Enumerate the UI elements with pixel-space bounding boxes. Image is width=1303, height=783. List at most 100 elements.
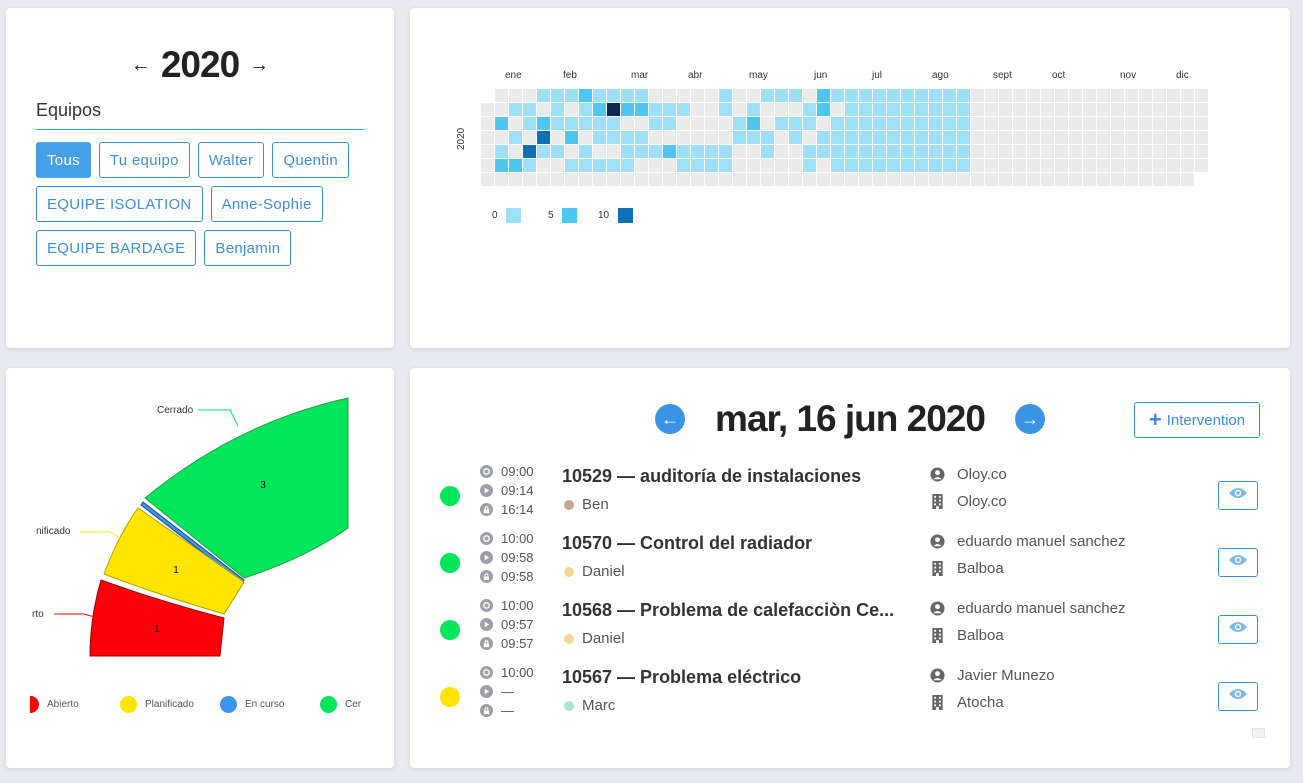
heatmap-day-cell[interactable] — [1055, 89, 1068, 102]
add-intervention-button[interactable]: + Intervention — [1134, 402, 1260, 438]
heatmap-day-cell[interactable] — [789, 89, 802, 102]
heatmap-day-cell[interactable] — [845, 89, 858, 102]
heatmap-day-cell[interactable] — [831, 89, 844, 102]
heatmap-day-cell[interactable] — [957, 159, 970, 172]
heatmap-day-cell[interactable] — [1195, 89, 1208, 102]
heatmap-day-cell[interactable] — [901, 145, 914, 158]
heatmap-day-cell[interactable] — [593, 159, 606, 172]
heatmap-day-cell[interactable] — [565, 159, 578, 172]
heatmap-day-cell[interactable] — [789, 173, 802, 186]
heatmap-day-cell[interactable] — [1195, 131, 1208, 144]
heatmap-day-cell[interactable] — [677, 145, 690, 158]
heatmap-day-cell[interactable] — [1041, 89, 1054, 102]
heatmap-day-cell[interactable] — [1181, 173, 1194, 186]
heatmap-day-cell[interactable] — [775, 173, 788, 186]
heatmap-day-cell[interactable] — [551, 145, 564, 158]
heatmap-day-cell[interactable] — [901, 117, 914, 130]
heatmap-day-cell[interactable] — [635, 145, 648, 158]
heatmap-day-cell[interactable] — [649, 173, 662, 186]
heatmap-day-cell[interactable] — [523, 89, 536, 102]
view-intervention-button[interactable] — [1218, 615, 1258, 644]
heatmap-day-cell[interactable] — [789, 117, 802, 130]
heatmap-day-cell[interactable] — [565, 103, 578, 116]
heatmap-day-cell[interactable] — [971, 131, 984, 144]
heatmap-day-cell[interactable] — [1167, 131, 1180, 144]
heatmap-day-cell[interactable] — [1069, 117, 1082, 130]
heatmap-day-cell[interactable] — [999, 131, 1012, 144]
intervention-title[interactable]: 10567 — Problema eléctrico — [562, 667, 928, 688]
heatmap-day-cell[interactable] — [649, 131, 662, 144]
heatmap-day-cell[interactable] — [901, 89, 914, 102]
heatmap-day-cell[interactable] — [887, 145, 900, 158]
heatmap-day-cell[interactable] — [621, 131, 634, 144]
status-legend-item[interactable]: Cer — [320, 696, 361, 713]
heatmap-day-cell[interactable] — [621, 159, 634, 172]
heatmap-day-cell[interactable] — [1027, 117, 1040, 130]
heatmap-day-cell[interactable] — [999, 173, 1012, 186]
heatmap-day-cell[interactable] — [705, 173, 718, 186]
heatmap-day-cell[interactable] — [593, 131, 606, 144]
heatmap-day-cell[interactable] — [1055, 145, 1068, 158]
heatmap-day-cell[interactable] — [747, 103, 760, 116]
team-filter-equipe-bardage[interactable]: EQUIPE BARDAGE — [36, 230, 197, 266]
heatmap-day-cell[interactable] — [1139, 89, 1152, 102]
heatmap-day-cell[interactable] — [985, 145, 998, 158]
heatmap-day-cell[interactable] — [481, 159, 494, 172]
heatmap-day-cell[interactable] — [1083, 103, 1096, 116]
heatmap-day-cell[interactable] — [957, 131, 970, 144]
heatmap-day-cell[interactable] — [607, 159, 620, 172]
heatmap-day-cell[interactable] — [1041, 117, 1054, 130]
heatmap-day-cell[interactable] — [1125, 103, 1138, 116]
heatmap-day-cell[interactable] — [593, 173, 606, 186]
heatmap-day-cell[interactable] — [733, 173, 746, 186]
team-filter-tous[interactable]: Tous — [36, 142, 91, 178]
heatmap-day-cell[interactable] — [1111, 103, 1124, 116]
heatmap-day-cell[interactable] — [1097, 103, 1110, 116]
heatmap-day-cell[interactable] — [579, 117, 592, 130]
heatmap-day-cell[interactable] — [859, 89, 872, 102]
heatmap-day-cell[interactable] — [677, 131, 690, 144]
heatmap-day-cell[interactable] — [831, 159, 844, 172]
heatmap-day-cell[interactable] — [705, 117, 718, 130]
heatmap-day-cell[interactable] — [831, 131, 844, 144]
heatmap-day-cell[interactable] — [1027, 159, 1040, 172]
heatmap-day-cell[interactable] — [495, 117, 508, 130]
heatmap-day-cell[interactable] — [691, 89, 704, 102]
prev-day-button[interactable]: ← — [655, 404, 686, 434]
heatmap-day-cell[interactable] — [1013, 103, 1026, 116]
heatmap-day-cell[interactable] — [775, 145, 788, 158]
heatmap-day-cell[interactable] — [1013, 117, 1026, 130]
heatmap-day-cell[interactable] — [929, 117, 942, 130]
heatmap-day-cell[interactable] — [999, 103, 1012, 116]
heatmap-day-cell[interactable] — [537, 117, 550, 130]
heatmap-day-cell[interactable] — [579, 131, 592, 144]
heatmap-day-cell[interactable] — [1111, 159, 1124, 172]
heatmap-day-cell[interactable] — [985, 173, 998, 186]
intervention-title[interactable]: 10529 — auditoría de instalaciones — [562, 466, 928, 487]
heatmap-day-cell[interactable] — [1083, 173, 1096, 186]
heatmap-day-cell[interactable] — [649, 117, 662, 130]
heatmap-day-cell[interactable] — [593, 89, 606, 102]
heatmap-day-cell[interactable] — [523, 103, 536, 116]
heatmap-day-cell[interactable] — [1083, 117, 1096, 130]
heatmap-day-cell[interactable] — [1125, 159, 1138, 172]
heatmap-day-cell[interactable] — [817, 131, 830, 144]
heatmap-day-cell[interactable] — [607, 117, 620, 130]
heatmap-day-cell[interactable] — [1069, 173, 1082, 186]
heatmap-day-cell[interactable] — [719, 159, 732, 172]
heatmap-day-cell[interactable] — [1139, 173, 1152, 186]
intervention-row[interactable]: 10:00 — — 10567 — Problema eléctrico Marc Jav… — [410, 661, 1290, 728]
heatmap-day-cell[interactable] — [523, 173, 536, 186]
heatmap-day-cell[interactable] — [649, 145, 662, 158]
heatmap-day-cell[interactable] — [1111, 117, 1124, 130]
heatmap-day-cell[interactable] — [1041, 103, 1054, 116]
heatmap-day-cell[interactable] — [677, 103, 690, 116]
heatmap-day-cell[interactable] — [1111, 145, 1124, 158]
heatmap-day-cell[interactable] — [943, 131, 956, 144]
heatmap-day-cell[interactable] — [649, 103, 662, 116]
resize-handle[interactable] — [1252, 728, 1265, 738]
heatmap-day-cell[interactable] — [1055, 131, 1068, 144]
heatmap-day-cell[interactable] — [1041, 173, 1054, 186]
heatmap-day-cell[interactable] — [719, 145, 732, 158]
heatmap-day-cell[interactable] — [691, 173, 704, 186]
